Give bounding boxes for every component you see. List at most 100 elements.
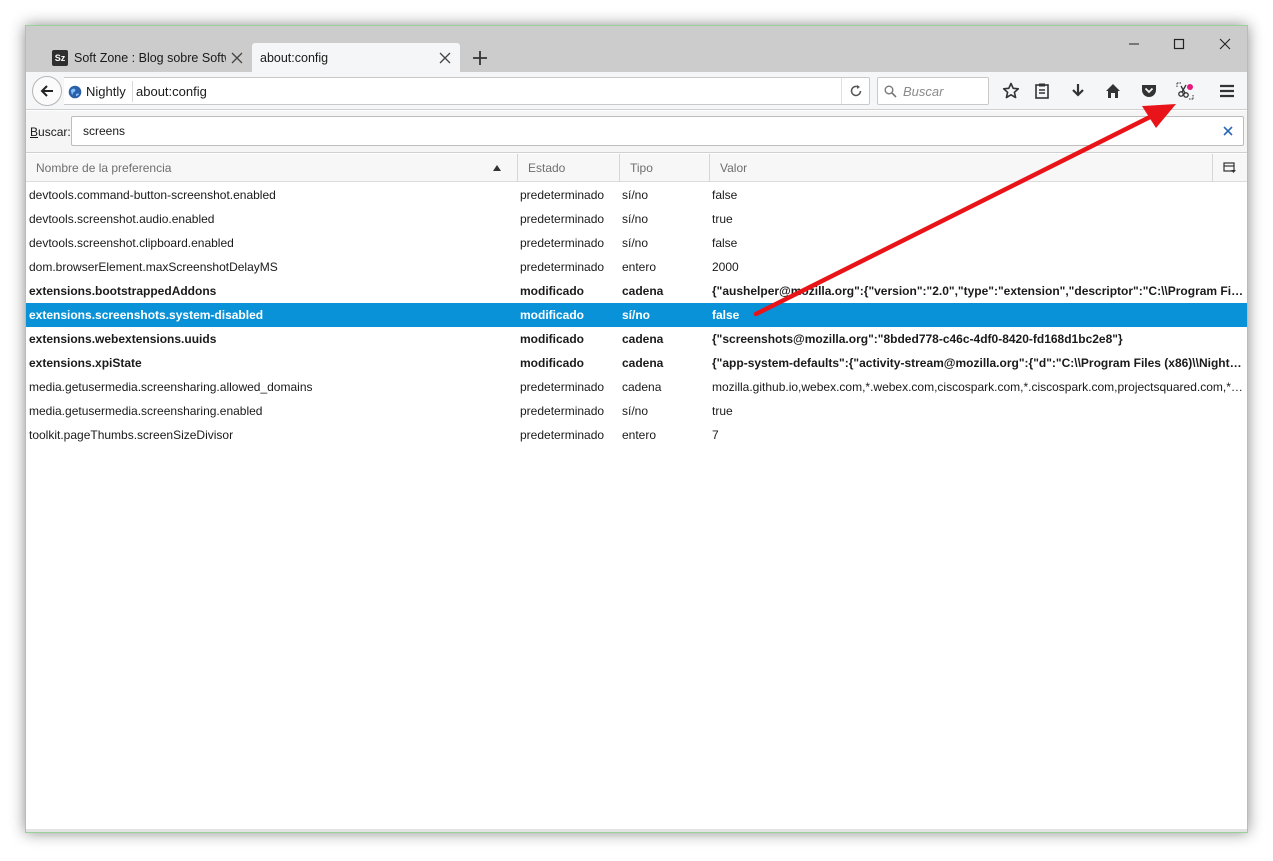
close-tab-icon[interactable] [230,51,244,65]
table-row[interactable]: media.getusermedia.screensharing.allowed… [26,375,1247,399]
pref-type-cell: entero [622,260,657,274]
pref-state-cell: predeterminado [520,188,605,202]
filter-label: Buscar: [30,125,71,139]
nav-toolbar: Nightly about:config Buscar [26,72,1247,110]
pref-state-cell: modificado [520,332,585,346]
clear-icon [1223,126,1233,136]
close-icon [1219,38,1231,50]
screenshots-scissors-icon [1176,82,1194,100]
column-header-state[interactable]: Estado [518,154,620,182]
home-icon [1106,84,1120,98]
pref-type-cell: cadena [622,332,664,346]
bookmark-star-button[interactable] [999,79,1023,103]
column-header-type[interactable]: Tipo [620,154,710,182]
pref-type-cell: sí/no [622,188,649,202]
filter-label-accesskey: B [30,125,39,139]
download-arrow-icon [1072,84,1084,97]
pref-type-cell: entero [622,428,657,442]
pocket-icon [1142,85,1156,97]
pref-name-cell: devtools.command-button-screenshot.enabl… [29,188,276,202]
pref-value-cell: false [712,188,738,202]
pref-value-cell: false [712,236,738,250]
pref-value-cell: true [712,404,733,418]
pref-name-cell: toolkit.pageThumbs.screenSizeDivisor [29,428,234,442]
pref-name-cell: extensions.webextensions.uuids [29,332,217,346]
identity-box[interactable]: Nightly [68,81,133,102]
pref-type-cell: cadena [622,380,662,394]
clear-filter-button[interactable] [1221,124,1235,138]
column-header-value-label: Valor [720,161,748,175]
url-text: about:config [136,84,207,99]
pref-type-cell: sí/no [622,212,649,226]
column-header-value[interactable]: Valor [710,154,1213,182]
minimize-button[interactable] [1119,34,1149,54]
pocket-button[interactable] [1137,79,1161,103]
softzone-favicon: Sz [52,49,68,66]
pref-name-cell: devtools.screenshot.clipboard.enabled [29,236,234,250]
home-button[interactable] [1101,79,1125,103]
tab-about-config[interactable]: about:config [252,43,460,72]
table-row[interactable]: devtools.command-button-screenshot.enabl… [26,183,1247,207]
column-picker-icon[interactable] [1223,161,1237,175]
search-icon [884,85,897,98]
identity-label: Nightly [86,84,126,99]
menu-button[interactable] [1215,79,1239,103]
table-row[interactable]: devtools.screenshot.audio.enabled predete… [26,207,1247,231]
pref-state-cell: modificado [520,308,585,322]
hamburger-menu-icon [1220,84,1234,98]
url-bar[interactable]: Nightly about:config [64,77,870,105]
table-row[interactable]: devtools.screenshot.clipboard.enabled pre… [26,231,1247,255]
pref-name-cell: media.getusermedia.screensharing.allowed… [29,380,313,394]
pref-state-cell: predeterminado [520,404,605,418]
pref-state-cell: modificado [520,356,585,370]
minimize-icon [1129,43,1139,45]
browser-window: Sz Soft Zone : Blog sobre Softw about:co… [25,25,1248,833]
filter-value: screens [83,124,126,138]
pref-type-cell: cadena [622,356,664,370]
column-header-type-label: Tipo [630,161,653,175]
column-header-state-label: Estado [528,161,566,175]
maximize-button[interactable] [1164,34,1194,54]
downloads-button[interactable] [1066,79,1090,103]
table-row[interactable]: media.getusermedia.screensharing.enabled… [26,399,1247,423]
table-row[interactable]: toolkit.pageThumbs.screenSizeDivisor pred… [26,423,1247,447]
bottom-border [26,829,1247,832]
column-header-name[interactable]: Nombre de la preferencia [26,154,518,182]
pref-value-cell: 7 [712,428,719,442]
tab-softzone[interactable]: Sz Soft Zone : Blog sobre Softw [44,43,252,72]
pref-state-cell: predeterminado [520,236,605,250]
close-window-button[interactable] [1210,34,1240,54]
reading-list-button[interactable] [1030,79,1054,103]
table-row[interactable]: extensions.xpiState modificado cadena {"app… [26,351,1247,375]
pref-name-cell: extensions.screenshots.system-disabled [29,308,264,322]
pref-value-cell: 2000 [712,260,739,274]
pref-type-cell: sí/no [622,404,649,418]
filter-search-input[interactable]: screens [71,116,1244,146]
screenshots-button[interactable] [1173,79,1197,103]
search-bar[interactable]: Buscar [877,77,989,105]
pref-type-cell: sí/no [622,308,651,322]
pref-state-cell: predeterminado [520,212,605,226]
table-row[interactable]: extensions.bootstrappedAddons modificado c… [26,279,1247,303]
reload-button[interactable] [841,78,869,104]
new-tab-icon[interactable] [469,47,491,69]
pref-name-cell: dom.browserElement.maxScreenshotDelayMS [29,260,278,274]
clipboard-icon [1035,83,1049,99]
pref-name-cell: extensions.bootstrappedAddons [29,284,217,298]
pref-value-cell: false [712,308,740,322]
pref-state-cell: predeterminado [520,380,605,394]
pref-value-cell: mozilla.github.io,webex.com,*.webex.com,… [712,380,1244,394]
filter-label-text: uscar: [38,125,71,139]
filter-row: Buscar: screens [26,111,1247,153]
maximize-icon [1173,38,1185,50]
pref-state-cell: modificado [520,284,585,298]
table-row[interactable]: extensions.screenshots.system-disabled mo… [26,303,1247,327]
pref-state-cell: predeterminado [520,428,605,442]
close-tab-icon[interactable] [438,51,452,65]
back-arrow-icon [40,85,53,97]
table-row[interactable]: dom.browserElement.maxScreenshotDelayMS p… [26,255,1247,279]
table-row[interactable]: extensions.webextensions.uuids modificado… [26,327,1247,351]
preferences-list: devtools.command-button-screenshot.enabl… [26,183,1247,447]
pref-type-cell: cadena [622,284,664,298]
back-button[interactable] [32,76,62,106]
